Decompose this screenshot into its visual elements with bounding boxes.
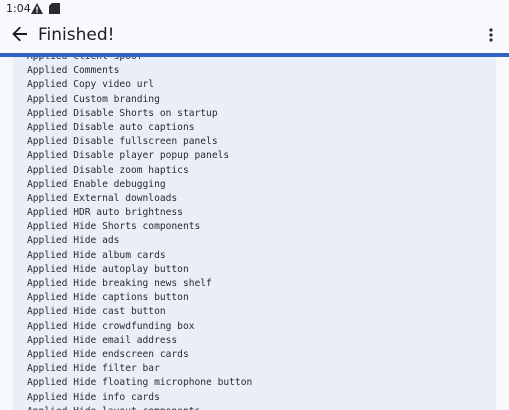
back-button[interactable] [6,22,34,50]
app-bar: Finished! [0,18,509,54]
log-line: Applied Enable debugging [27,178,166,190]
log-line: Applied Hide album cards [27,249,166,261]
log-line: Applied Hide layout components [27,405,252,410]
log-line: Applied Disable zoom haptics [27,164,189,176]
status-time: 1:04 [6,2,31,15]
log-line: Applied Disable Shorts on startup [27,107,218,119]
log-line: Applied Copy video url [27,79,155,91]
log-line: Applied External downloads [27,192,178,204]
log-line: Applied Hide Shorts components [27,221,201,233]
more-vert-icon [489,27,493,46]
log-line: Applied Custom branding [27,93,160,105]
log-line: Applied Hide cast button [27,306,166,318]
log-line: Applied Hide filter bar [27,363,160,375]
log-panel[interactable]: Applied Client spoofApplied Comments Appl… [13,57,496,410]
log-line: Applied Disable player popup panels [27,150,230,162]
log-line: Applied Hide breaking news shelf [27,278,212,289]
log-line: Applied Hide ads [27,235,120,247]
more-options-button[interactable] [479,22,503,50]
warning-icon [31,3,43,17]
log-line: Applied Hide email address [27,334,178,346]
log-line: Applied Client spoof [27,57,252,64]
log-line: Applied Hide endscreen cards [27,348,189,360]
log-line: Applied Hide autoplay button [27,263,189,275]
log-line: Applied Comments [27,65,120,77]
sd-card-icon [49,3,60,17]
log-line: Applied HDR auto brightness [27,207,183,219]
arrow-back-icon [12,26,28,46]
status-bar: 1:04 [0,0,509,18]
log-line: Applied Disable fullscreen panels [27,136,218,148]
page-title: Finished! [38,25,115,45]
log-list: Applied Client spoofApplied Comments Appl… [27,57,252,410]
log-line: Applied Hide info cards [27,391,160,403]
log-line: Applied Hide floating microphone button [27,377,253,389]
log-line: Applied Disable auto captions [27,121,195,133]
log-line: Applied Hide captions button [27,292,189,304]
log-line: Applied Hide crowdfunding box [27,320,195,332]
